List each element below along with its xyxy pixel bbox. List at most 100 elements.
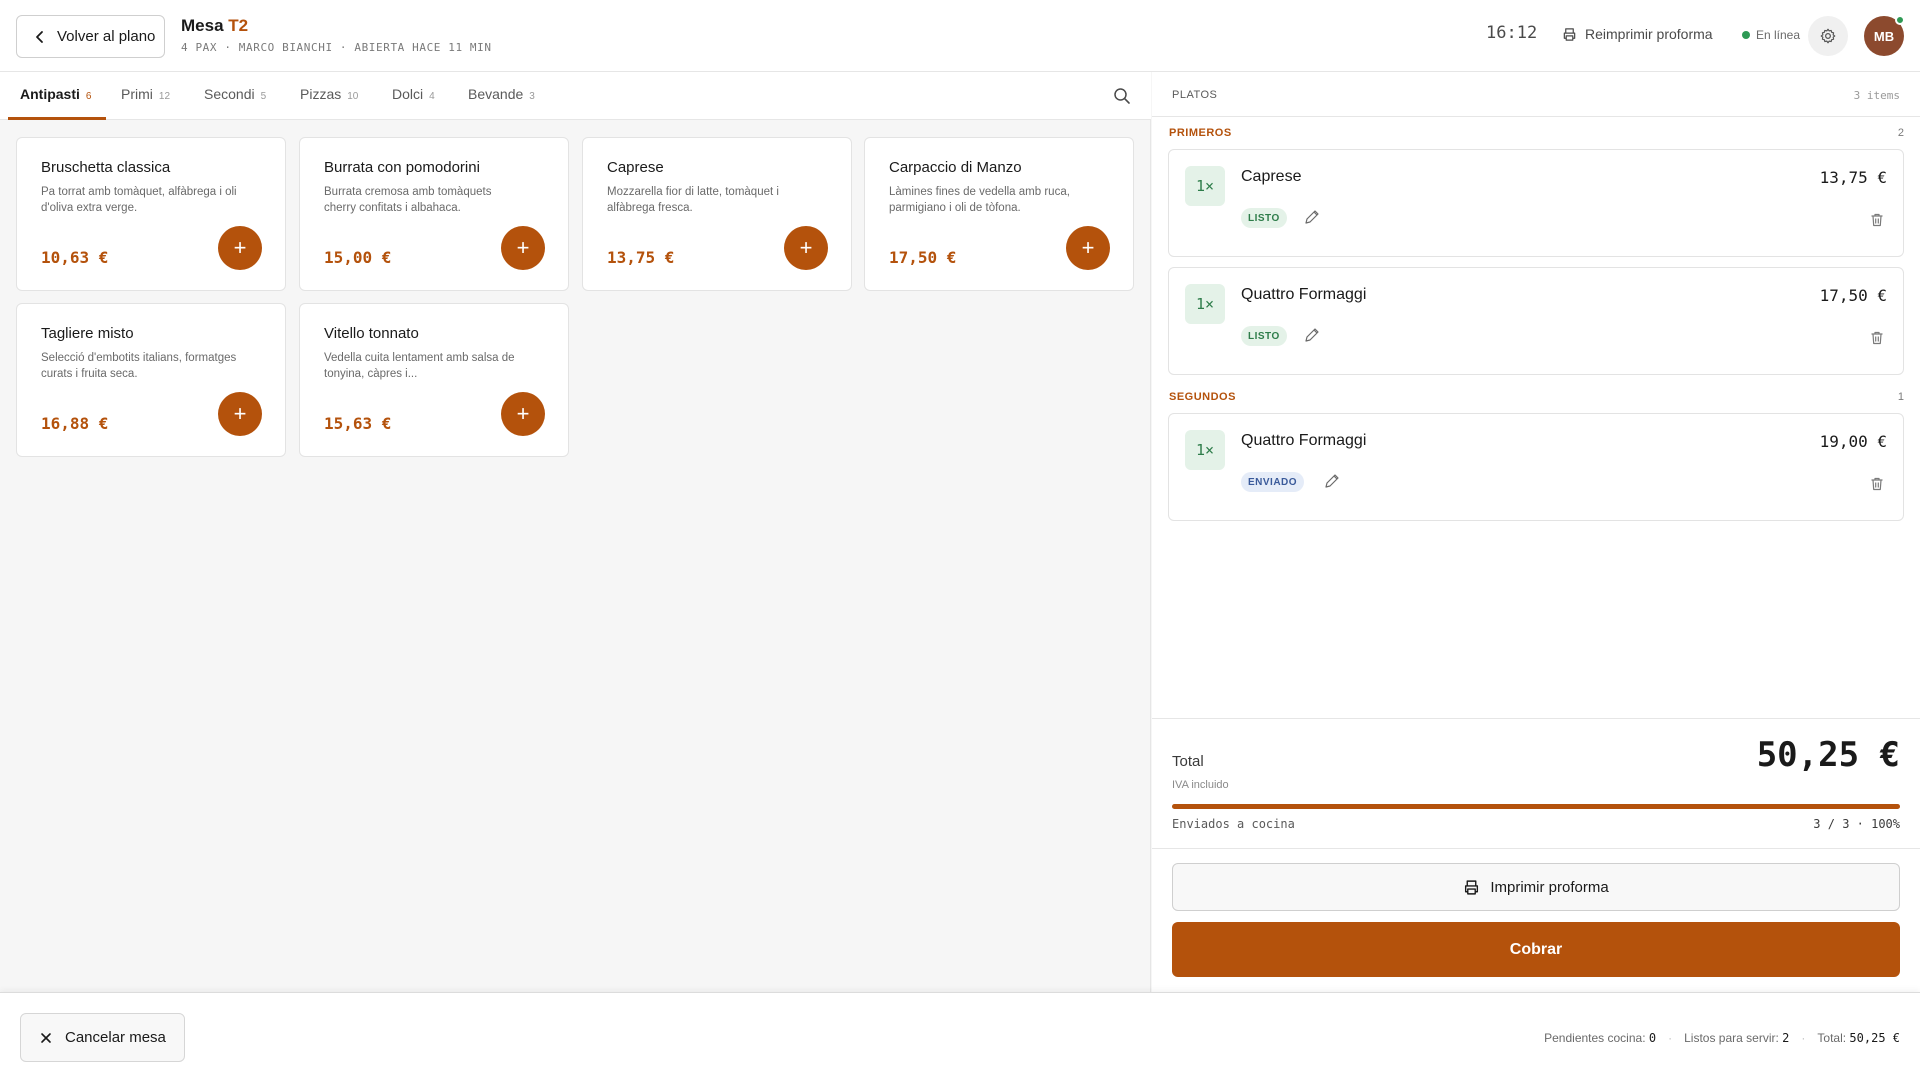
section-count: 1: [1897, 391, 1904, 403]
search-icon[interactable]: [1113, 87, 1131, 105]
product-card[interactable]: Bruschetta classica Pa torrat amb tomàqu…: [16, 137, 286, 291]
product-name: Vitello tonnato: [324, 325, 419, 342]
plus-icon: +: [1081, 235, 1095, 260]
tab-label: Dolci: [392, 86, 424, 102]
online-label: En línea: [1756, 28, 1801, 42]
status-badge: ENVIADO: [1241, 472, 1305, 492]
table-meta: 4 PAX · MARCO BIANCHI · ABIERTA HACE 11 …: [181, 41, 492, 54]
back-label: Volver al plano: [57, 28, 156, 45]
cancel-label: Cancelar mesa: [65, 1029, 166, 1046]
tab-count: 10: [347, 91, 359, 102]
order-panel: PLATOS 3 items PRIMEROS 2 1× Caprese 13,…: [1152, 72, 1920, 992]
add-product-button[interactable]: +: [218, 226, 262, 270]
menu-panel: Antipasti 6 Primi 12 Secondi 5 Pizzas 10 Dol…: [0, 72, 1151, 992]
order-item[interactable]: 1× Quattro Formaggi 19,00 € ENVIADO: [1168, 413, 1904, 521]
back-to-floor-button[interactable]: Volver al plano: [16, 15, 165, 58]
product-price: 15,63 €: [324, 414, 392, 433]
add-product-button[interactable]: +: [1066, 226, 1110, 270]
tab-label: Bevande: [468, 86, 524, 102]
tab-label: Secondi: [204, 86, 255, 102]
add-product-button[interactable]: +: [218, 392, 262, 436]
product-card[interactable]: Carpaccio di Manzo Làmines fines de vede…: [864, 137, 1134, 291]
product-name: Burrata con pomodorini: [324, 159, 480, 176]
product-description: Vedella cuita lentament amb salsa de ton…: [324, 352, 515, 380]
cancel-table-button[interactable]: Cancelar mesa: [20, 1013, 185, 1062]
item-quantity: 1×: [1185, 166, 1225, 206]
trash-icon[interactable]: [1869, 330, 1885, 346]
settings-button[interactable]: [1808, 16, 1848, 56]
product-name: Carpaccio di Manzo: [889, 159, 1022, 176]
sent-to-kitchen-label: Enviados a cocina: [1172, 817, 1295, 831]
sent-to-kitchen-ratio: 3 / 3 · 100%: [1813, 817, 1900, 831]
separator: ·: [1801, 1031, 1806, 1045]
bottom-bar: Cancelar mesa Pendientes cocina: 0 · Lis…: [0, 992, 1920, 1080]
trash-icon[interactable]: [1869, 212, 1885, 228]
pending-label: Pendientes cocina:: [1544, 1031, 1646, 1045]
title-prefix: Mesa: [181, 16, 224, 35]
tab-label: Antipasti: [20, 86, 80, 102]
tab-count: 6: [85, 91, 92, 102]
section-label-segundos: SEGUNDOS: [1169, 391, 1236, 403]
print-label: Imprimir proforma: [1490, 878, 1609, 896]
ready-label: Listos para servir:: [1684, 1031, 1779, 1045]
item-price: 17,50 €: [1819, 286, 1887, 305]
printer-icon: [1465, 879, 1479, 895]
tab-dolci[interactable]: Dolci 4: [392, 86, 435, 102]
item-quantity: 1×: [1185, 430, 1225, 470]
pending-kitchen-stat: Pendientes cocina: 0: [1544, 1031, 1656, 1045]
product-name: Caprese: [607, 159, 664, 176]
plus-icon: +: [516, 401, 530, 426]
pay-button[interactable]: Cobrar: [1172, 922, 1900, 977]
print-proforma-button[interactable]: Imprimir proforma: [1172, 863, 1900, 911]
footer-total-value: 50,25 €: [1849, 1031, 1900, 1045]
online-dot-icon: [1742, 31, 1750, 39]
clock: 16:12: [1486, 23, 1538, 43]
product-name: Bruschetta classica: [41, 159, 171, 176]
pencil-icon[interactable]: [1323, 472, 1341, 490]
footer-total-label: Total:: [1817, 1031, 1847, 1045]
chevron-left-icon: [36, 30, 43, 43]
page-title: Mesa T2: [181, 16, 248, 36]
close-icon: [41, 1032, 51, 1043]
product-card[interactable]: Burrata con pomodorini Burrata cremosa a…: [299, 137, 569, 291]
reprint-label: Reimprimir proforma: [1585, 26, 1713, 42]
trash-icon[interactable]: [1869, 476, 1885, 492]
pencil-icon[interactable]: [1303, 208, 1321, 226]
table-code: T2: [228, 16, 249, 35]
reprint-proforma-button[interactable]: Reimprimir proforma: [1562, 26, 1713, 42]
tab-label: Primi: [121, 86, 153, 102]
add-product-button[interactable]: +: [784, 226, 828, 270]
item-name: Caprese: [1241, 168, 1302, 185]
footer-stats: Pendientes cocina: 0 · Listos para servi…: [1544, 1031, 1900, 1045]
order-item[interactable]: 1× Quattro Formaggi 17,50 € LISTO: [1168, 267, 1904, 375]
product-price: 10,63 €: [41, 248, 109, 267]
product-card[interactable]: Tagliere misto Selecció d'embotits itali…: [16, 303, 286, 457]
tab-secondi[interactable]: Secondi 5: [204, 86, 266, 102]
product-description: Selecció d'embotits italians, formatges …: [41, 352, 237, 380]
add-product-button[interactable]: +: [501, 226, 545, 270]
tab-antipasti[interactable]: Antipasti 6: [20, 86, 91, 102]
plus-icon: +: [799, 235, 813, 260]
section-label-primeros: PRIMEROS: [1169, 127, 1232, 139]
order-item[interactable]: 1× Caprese 13,75 € LISTO: [1168, 149, 1904, 257]
avatar[interactable]: MB: [1864, 15, 1905, 56]
category-tabs: Antipasti 6 Primi 12 Secondi 5 Pizzas 10 Dol…: [0, 72, 1151, 120]
product-description: Mozzarella fior di latte, tomàquet i alf…: [607, 186, 779, 214]
product-card[interactable]: Caprese Mozzarella fior di latte, tomàqu…: [582, 137, 852, 291]
tab-bevande[interactable]: Bevande 3: [468, 86, 535, 102]
avatar-status-dot: [1895, 15, 1905, 25]
total-label: Total: [1172, 753, 1204, 770]
product-card[interactable]: Vitello tonnato Vedella cuita lentament …: [299, 303, 569, 457]
product-price: 16,88 €: [41, 414, 109, 433]
total-value: 50,25 €: [1756, 735, 1900, 775]
item-price: 19,00 €: [1819, 432, 1887, 451]
pencil-icon[interactable]: [1303, 326, 1321, 344]
product-price: 17,50 €: [889, 248, 957, 267]
active-tab-indicator: [8, 117, 106, 120]
tab-primi[interactable]: Primi 12: [121, 86, 170, 102]
add-product-button[interactable]: +: [501, 392, 545, 436]
totals-section: Total 50,25 € IVA incluido Enviados a co…: [1152, 718, 1920, 848]
tab-pizzas[interactable]: Pizzas 10: [300, 86, 358, 102]
plus-icon: +: [233, 401, 247, 426]
avatar-initials: MB: [1873, 28, 1895, 44]
